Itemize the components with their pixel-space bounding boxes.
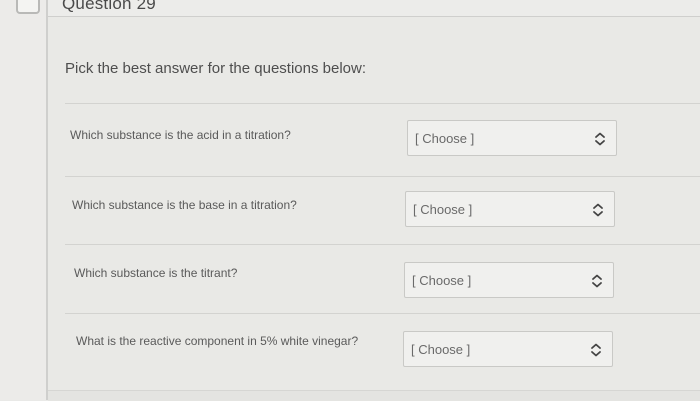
answer-select[interactable]: [ Choose ] <box>403 331 613 367</box>
answer-select[interactable]: [ Choose ] <box>404 262 614 298</box>
divider <box>65 244 700 245</box>
answer-select-value: [ Choose ] <box>412 273 472 288</box>
bottom-rule <box>48 390 700 401</box>
answer-select-value: [ Choose ] <box>415 131 475 146</box>
quiz-page: Question 29 Pick the best answer for the… <box>0 0 700 401</box>
chevron-up-down-icon <box>591 343 601 357</box>
divider <box>65 313 700 314</box>
flag-icon[interactable] <box>16 0 40 14</box>
divider <box>65 103 700 104</box>
chevron-up-down-icon <box>592 274 602 288</box>
answer-select-value: [ Choose ] <box>413 202 473 217</box>
question-title: Question 29 <box>62 0 156 13</box>
answer-select[interactable]: [ Choose ] <box>405 191 615 227</box>
answer-select[interactable]: [ Choose ] <box>407 120 617 156</box>
question-prompt: What is the reactive component in 5% whi… <box>76 334 359 348</box>
instructions-text: Pick the best answer for the questions b… <box>65 60 366 77</box>
chevron-up-down-icon <box>595 132 605 146</box>
divider <box>65 176 700 177</box>
answer-select-value: [ Choose ] <box>411 342 471 357</box>
question-prompt: Which substance is the base in a titrati… <box>72 198 297 212</box>
question-prompt: Which substance is the acid in a titrati… <box>70 128 291 142</box>
chevron-up-down-icon <box>593 203 603 217</box>
left-gutter <box>0 0 48 400</box>
question-prompt: Which substance is the titrant? <box>74 266 238 280</box>
